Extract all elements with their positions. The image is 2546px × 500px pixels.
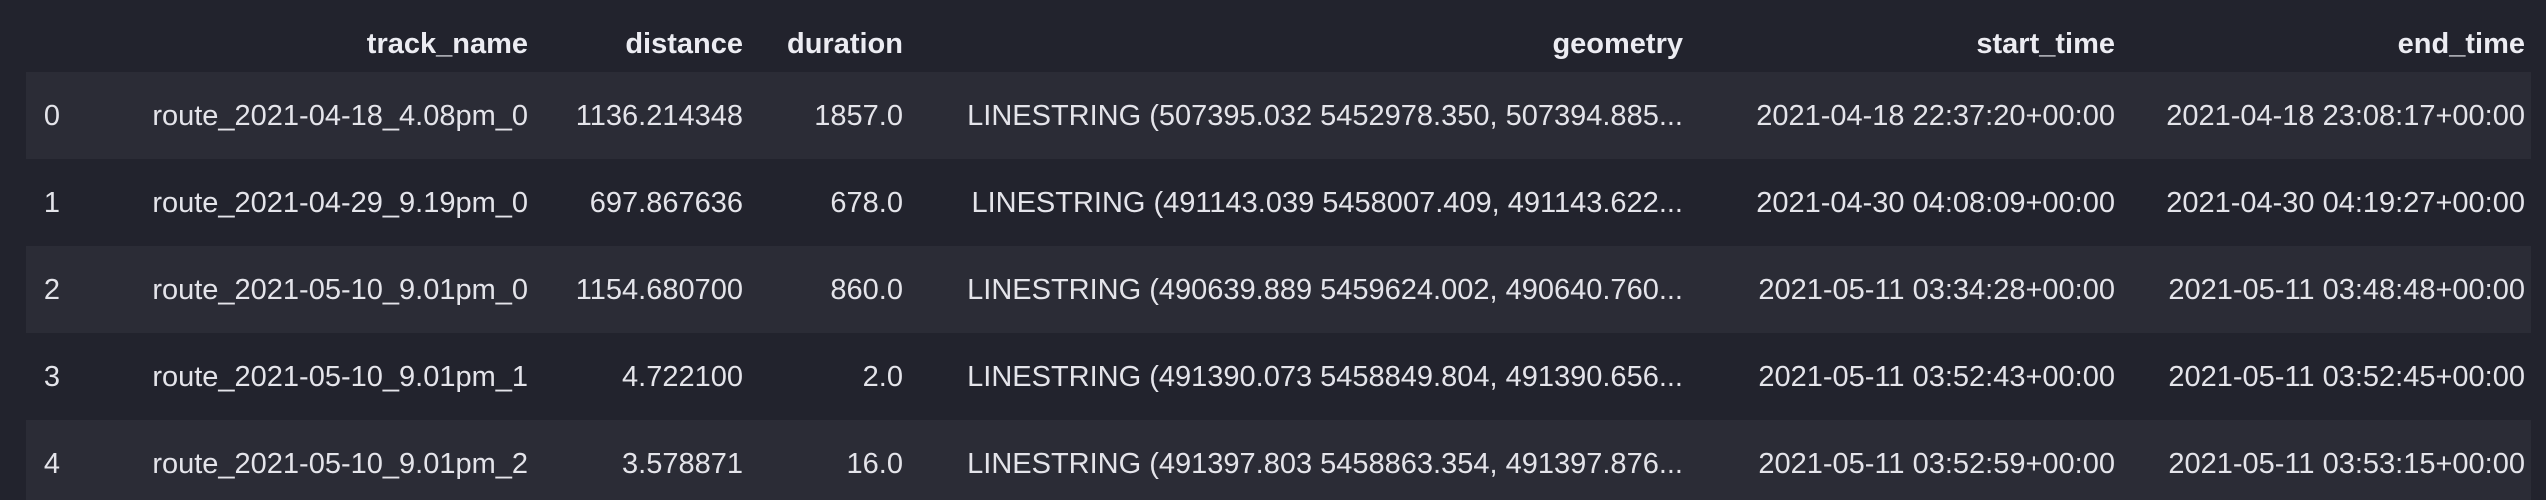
cell-start-time: 2021-05-11 03:52:59+00:00 bbox=[1758, 447, 2115, 480]
cell-start-time: 2021-04-30 04:08:09+00:00 bbox=[1756, 186, 2115, 219]
cell-end-time: 2021-05-11 03:52:45+00:00 bbox=[2168, 360, 2525, 393]
cell-geometry: LINESTRING (490639.889 5459624.002, 4906… bbox=[967, 273, 1683, 306]
row-index: 4 bbox=[43, 447, 61, 480]
col-header-start-time: start_time bbox=[1976, 28, 2115, 60]
cell-track-name: route_2021-05-10_9.01pm_2 bbox=[152, 447, 528, 480]
cell-distance: 697.867636 bbox=[589, 186, 743, 219]
cell-track-name: route_2021-04-29_9.19pm_0 bbox=[152, 186, 528, 219]
cell-geometry: LINESTRING (507395.032 5452978.350, 5073… bbox=[967, 99, 1683, 132]
cell-end-time: 2021-04-18 23:08:17+00:00 bbox=[2166, 99, 2525, 132]
cell-geometry: LINESTRING (491390.073 5458849.804, 4913… bbox=[967, 360, 1683, 393]
cell-geometry: LINESTRING (491143.039 5458007.409, 4911… bbox=[971, 186, 1683, 219]
cell-duration: 2.0 bbox=[862, 360, 903, 393]
col-header-end-time: end_time bbox=[2397, 28, 2525, 60]
cell-start-time: 2021-05-11 03:52:43+00:00 bbox=[1758, 360, 2115, 393]
cell-track-name: route_2021-05-10_9.01pm_1 bbox=[152, 360, 528, 393]
col-header-distance: distance bbox=[625, 28, 743, 60]
cell-end-time: 2021-05-11 03:48:48+00:00 bbox=[2168, 273, 2525, 306]
cell-geometry: LINESTRING (491397.803 5458863.354, 4913… bbox=[967, 447, 1683, 480]
cell-start-time: 2021-05-11 03:34:28+00:00 bbox=[1758, 273, 2115, 306]
table-row: 4 route_2021-05-10_9.01pm_2 3.578871 16.… bbox=[26, 420, 2531, 500]
col-header-track-name: track_name bbox=[366, 28, 528, 60]
col-header-duration: duration bbox=[787, 28, 903, 60]
cell-track-name: route_2021-04-18_4.08pm_0 bbox=[152, 99, 528, 132]
table-row: 1 route_2021-04-29_9.19pm_0 697.867636 6… bbox=[26, 159, 2531, 246]
row-index: 1 bbox=[43, 186, 61, 219]
table-row: 2 route_2021-05-10_9.01pm_0 1154.680700 … bbox=[26, 246, 2531, 333]
col-header-geometry: geometry bbox=[1552, 28, 1683, 60]
notebook-output: track_name distance duration geometry st… bbox=[0, 0, 2546, 500]
index-header bbox=[26, 16, 78, 72]
cell-distance: 3.578871 bbox=[622, 447, 743, 480]
cell-end-time: 2021-04-30 04:19:27+00:00 bbox=[2166, 186, 2525, 219]
row-index: 3 bbox=[43, 360, 61, 393]
cell-distance: 1136.214348 bbox=[575, 99, 743, 132]
dataframe-table: track_name distance duration geometry st… bbox=[26, 16, 2531, 500]
cell-track-name: route_2021-05-10_9.01pm_0 bbox=[152, 273, 528, 306]
cell-distance: 4.722100 bbox=[622, 360, 743, 393]
cell-start-time: 2021-04-18 22:37:20+00:00 bbox=[1756, 99, 2115, 132]
header-row: track_name distance duration geometry st… bbox=[26, 16, 2531, 72]
cell-end-time: 2021-05-11 03:53:15+00:00 bbox=[2168, 447, 2525, 480]
cell-duration: 1857.0 bbox=[814, 99, 903, 132]
table-row: 3 route_2021-05-10_9.01pm_1 4.722100 2.0… bbox=[26, 333, 2531, 420]
cell-distance: 1154.680700 bbox=[575, 273, 743, 306]
row-index: 0 bbox=[43, 99, 61, 132]
cell-duration: 678.0 bbox=[830, 186, 903, 219]
table-row: 0 route_2021-04-18_4.08pm_0 1136.214348 … bbox=[26, 72, 2531, 159]
cell-duration: 16.0 bbox=[846, 447, 903, 480]
cell-duration: 860.0 bbox=[830, 273, 903, 306]
row-index: 2 bbox=[43, 273, 61, 306]
